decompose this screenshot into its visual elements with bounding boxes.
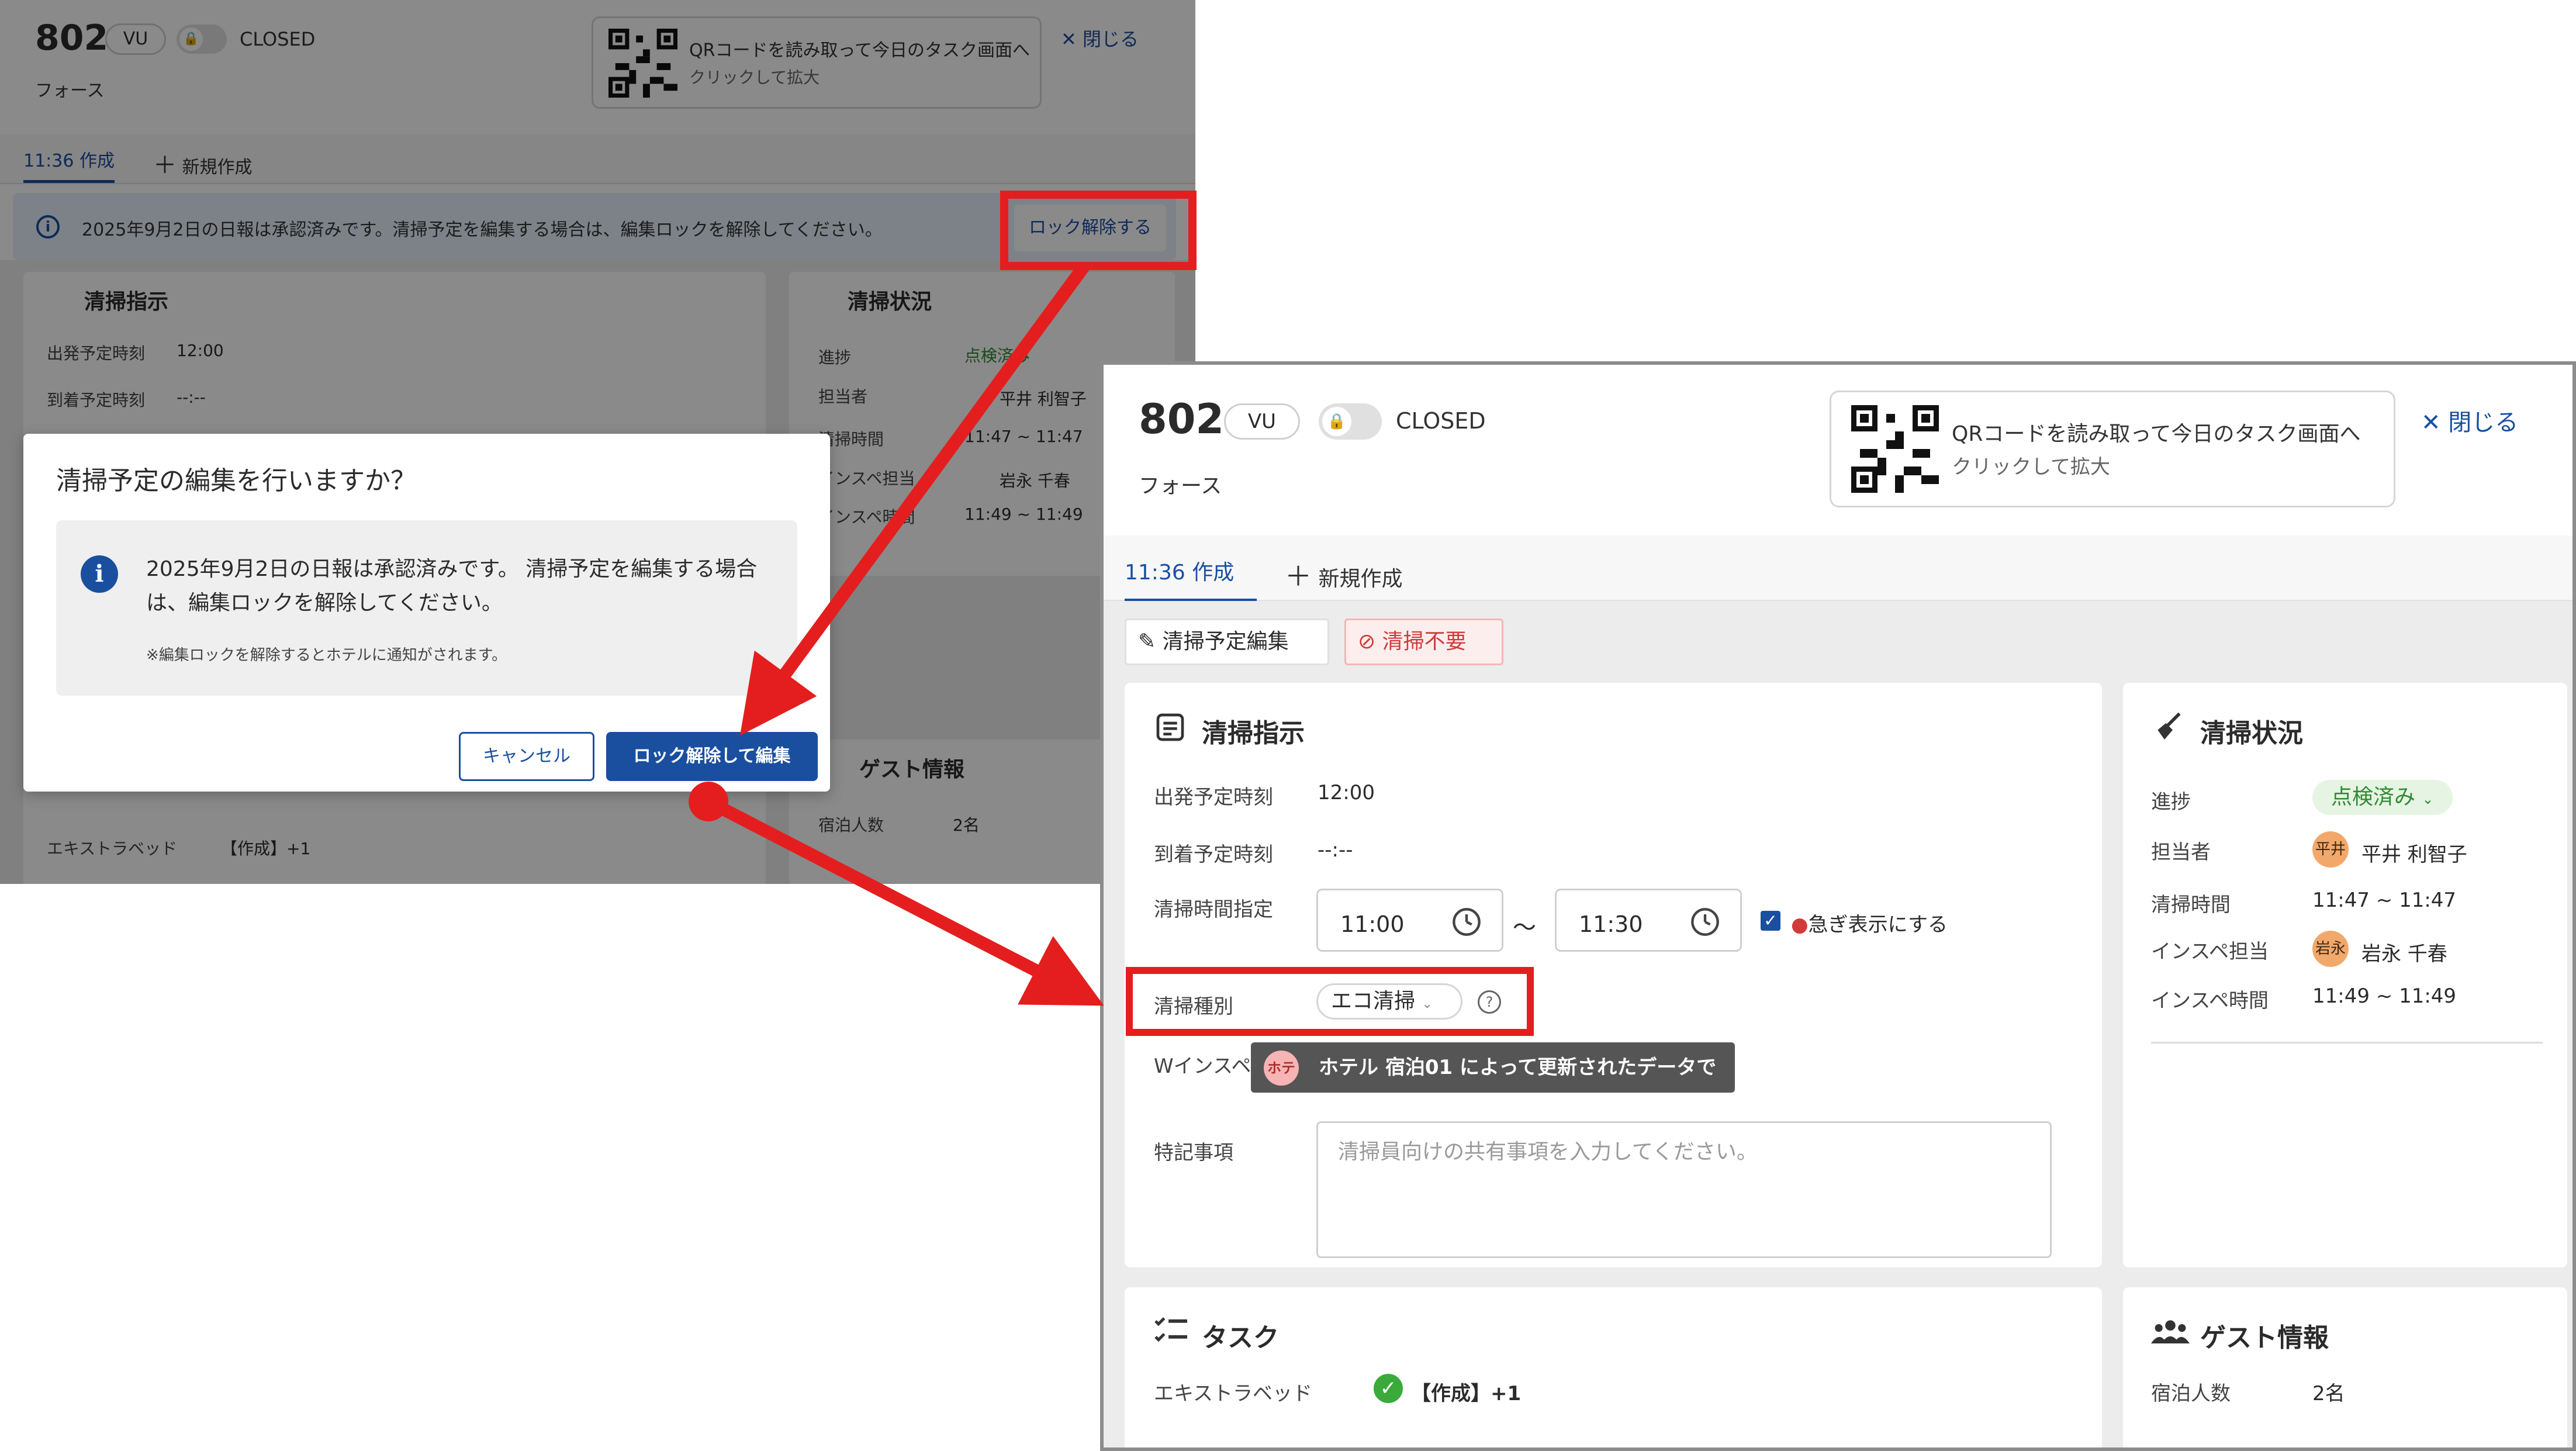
tab-new[interactable]: ＋ 新規作成	[1285, 555, 1402, 594]
start-time-input[interactable]: 11:00	[1316, 889, 1503, 952]
fire-icon: ●	[1791, 913, 1809, 937]
dialog-message: 2025年9月2日の日報は承認済みです。 清掃予定を編集する場合は、編集ロックを…	[146, 557, 758, 615]
cleaning-type-label: 清掃種別	[1154, 995, 1233, 1018]
status-label: CLOSED	[1396, 408, 1486, 434]
end-time-input[interactable]: 11:30	[1555, 889, 1742, 952]
inspect-time-label: インスペ時間	[2151, 989, 2269, 1013]
room-number: 802	[1139, 395, 1225, 443]
chevron-down-icon: ⌄	[1422, 997, 1433, 1011]
assignee-label: 担当者	[2151, 841, 2211, 864]
pencil-icon: ✎	[1138, 630, 1156, 654]
task-card: タスク エキストラベッド ✓ 【作成】+1	[1125, 1287, 2102, 1447]
note-label: 特記事項	[1154, 1141, 1233, 1165]
no-cleaning-label: 清掃不要	[1382, 630, 1467, 654]
task-title: タスク	[1202, 1323, 1279, 1353]
qr-text: QRコードを読み取って今日のタスク画面へ	[1952, 422, 2361, 446]
divider	[2151, 1042, 2543, 1044]
guest-count-label: 宿泊人数	[2151, 1382, 2231, 1405]
close-icon: ✕	[2421, 409, 2441, 436]
cleaning-type-dropdown[interactable]: エコ清掃 ⌄	[1316, 983, 1462, 1020]
qr-card[interactable]: QRコードを読み取って今日のタスク画面へ クリックして拡大	[1830, 391, 2395, 507]
check-circle-icon: ✓	[1374, 1374, 1403, 1403]
document-icon	[1156, 713, 1184, 741]
end-time-value: 11:30	[1579, 911, 1643, 937]
qr-subtext: クリックして拡大	[1952, 455, 2110, 479]
start-time-value: 11:00	[1340, 911, 1405, 937]
prohibited-icon: ⊘	[1358, 630, 1376, 654]
updated-by-tooltip: ホテ ホテル 宿泊01 によって更新されたデータです	[1251, 1042, 1735, 1129]
progress-dropdown[interactable]: 点検済み ⌄	[2312, 780, 2453, 815]
urgent-label: ●急ぎ表示にする	[1791, 908, 1948, 937]
task-status[interactable]: 【作成】+1	[1411, 1377, 1521, 1406]
tab-created[interactable]: 11:36 作成	[1125, 555, 1257, 602]
status-title: 清掃状況	[2200, 718, 2303, 748]
time-separator: 〜	[1513, 914, 1536, 941]
arrival-value: --:--	[1318, 838, 1353, 862]
room-type-badge: VU	[1224, 403, 1300, 440]
plus-icon: ＋	[1285, 561, 1312, 592]
departure-value: 12:00	[1318, 781, 1375, 804]
time-spec-label: 清掃時間指定	[1154, 898, 1273, 921]
urgent-label-text: 急ぎ表示にする	[1808, 913, 1948, 937]
arrival-label: 到着予定時刻	[1154, 843, 1273, 866]
clock-icon[interactable]	[1690, 907, 1720, 937]
confirm-dialog: 清掃予定の編集を行いますか？ i 2025年9月2日の日報は承認済みです。 清掃…	[23, 434, 830, 792]
checklist-icon	[1154, 1317, 1187, 1342]
assignee-name: 平井 利智子	[2361, 843, 2467, 866]
inspect-name: 岩永 千春	[2361, 942, 2447, 966]
note-textarea[interactable]: 清掃員向けの共有事項を入力してください。	[1316, 1121, 2052, 1258]
dialog-note: ※編集ロックを解除するとホテルに通知がされます。	[146, 647, 507, 664]
clean-time-value: 11:47 ~ 11:47	[2312, 889, 2457, 912]
help-icon[interactable]: ?	[1478, 990, 1501, 1014]
close-button[interactable]: ✕ 閉じる	[2421, 403, 2518, 437]
clean-time-label: 清掃時間	[2151, 893, 2231, 917]
lock-toggle[interactable]: 🔒	[1319, 403, 1382, 440]
tab-bar: 11:36 作成 ＋ 新規作成	[1104, 536, 2572, 602]
cancel-button[interactable]: キャンセル	[459, 732, 594, 781]
clock-icon[interactable]	[1451, 907, 1482, 937]
task-item: エキストラベッド	[1154, 1382, 1312, 1405]
no-cleaning-button[interactable]: ⊘ 清掃不要	[1344, 619, 1503, 665]
inspect-avatar: 岩永	[2312, 931, 2349, 967]
guest-card: ゲスト情報 宿泊人数 2名	[2123, 1287, 2567, 1447]
status-card: 清掃状況 進捗 点検済み ⌄ 担当者 平井 平井 利智子 清掃時間 11:47 …	[2123, 683, 2567, 1267]
close-label: 閉じる	[2448, 409, 2519, 436]
tab-new-label: 新規作成	[1318, 567, 1403, 591]
progress-label: 進捗	[2151, 790, 2191, 814]
w-inspection-label: Wインスペ	[1154, 1055, 1251, 1078]
room-subtitle: フォース	[1139, 474, 1222, 498]
edit-screen: 802 VU 🔒 CLOSED フォース QRコードを読み取って今日のタスク画面…	[1100, 361, 2576, 1451]
cleaning-title: 清掃指示	[1202, 718, 1305, 748]
detail-body: ✎ 清掃予定編集 ⊘ 清掃不要 清掃指示 出発予定時刻 12:00 到着予定時刻…	[1104, 601, 2572, 1447]
assignee-avatar: 平井	[2312, 831, 2349, 868]
info-icon: i	[81, 555, 118, 593]
guest-count-value: 2名	[2312, 1382, 2345, 1405]
guest-title: ゲスト情報	[2200, 1323, 2329, 1353]
group-icon	[2151, 1320, 2190, 1343]
urgent-checkbox[interactable]: ✓	[1761, 911, 1780, 931]
chevron-down-icon: ⌄	[2422, 791, 2434, 807]
cleaning-type-value: エコ清掃	[1331, 989, 1416, 1013]
broom-icon	[2157, 712, 2181, 740]
departure-label: 出発予定時刻	[1154, 786, 1273, 809]
tooltip-avatar: ホテ	[1264, 1051, 1299, 1086]
inspect-time-value: 11:49 ~ 11:49	[2312, 984, 2457, 1008]
lock-icon: 🔒	[1322, 407, 1351, 436]
unlock-and-edit-button[interactable]: ロック解除して編集	[606, 732, 818, 781]
dialog-message-box: i 2025年9月2日の日報は承認済みです。 清掃予定を編集する場合は、編集ロッ…	[56, 520, 797, 696]
dialog-title: 清掃予定の編集を行いますか？	[56, 466, 416, 496]
edit-schedule-button[interactable]: ✎ 清掃予定編集	[1125, 619, 1329, 665]
edit-schedule-label: 清掃予定編集	[1162, 630, 1289, 654]
qr-code-icon	[1851, 405, 1939, 493]
inspect-assignee-label: インスペ担当	[2151, 940, 2269, 963]
progress-value: 点検済み	[2331, 785, 2416, 809]
